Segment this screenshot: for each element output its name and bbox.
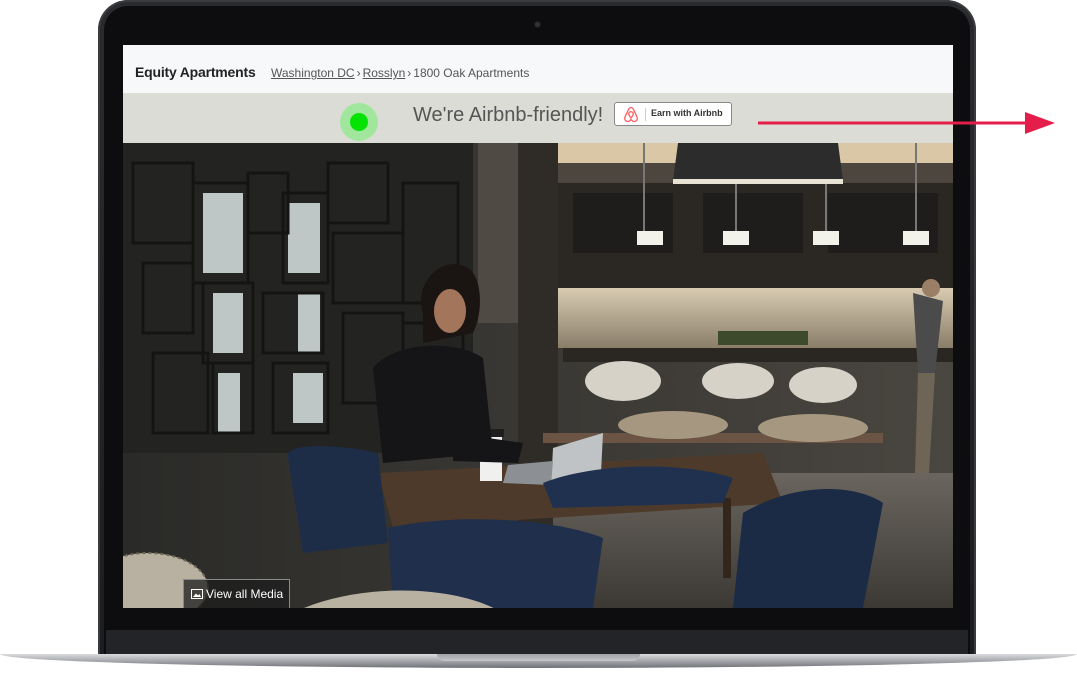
laptop-chin: [106, 630, 968, 656]
breadcrumb: Washington DC › Rosslyn › 1800 Oak Apartment…: [271, 66, 529, 80]
lounge-photo-illustration: [123, 143, 953, 608]
breadcrumb-neighborhood-link[interactable]: Rosslyn: [363, 66, 406, 80]
brand-name[interactable]: Equity Apartments: [135, 64, 256, 80]
status-dot: [350, 113, 368, 131]
airbnb-friendly-message: We're Airbnb-friendly!: [413, 104, 604, 126]
breadcrumb-current: 1800 Oak Apartments: [413, 66, 530, 80]
laptop-mockup: Equity Apartments Washington DC › Rosslyn ›…: [0, 0, 1077, 675]
status-indicator: [340, 103, 378, 141]
airbnb-logo-icon: [624, 106, 638, 123]
earn-with-airbnb-label: Earn with Airbnb: [651, 108, 723, 118]
button-divider: [645, 108, 646, 121]
image-icon: [191, 588, 203, 599]
earn-with-airbnb-button[interactable]: Earn with Airbnb: [614, 102, 732, 126]
view-all-media-button[interactable]: View all Media: [183, 579, 291, 608]
view-all-media-label: View all Media: [206, 587, 284, 601]
breadcrumb-separator: ›: [407, 66, 412, 80]
hero-photo[interactable]: View all Media: [123, 143, 953, 608]
breadcrumb-separator: ›: [356, 66, 361, 80]
top-bar: Equity Apartments Washington DC › Rosslyn ›…: [123, 45, 953, 94]
laptop-base-notch: [437, 654, 640, 661]
annotation-arrow-icon: [758, 112, 1055, 134]
camera-icon: [535, 22, 540, 27]
breadcrumb-city-link[interactable]: Washington DC: [271, 66, 355, 80]
